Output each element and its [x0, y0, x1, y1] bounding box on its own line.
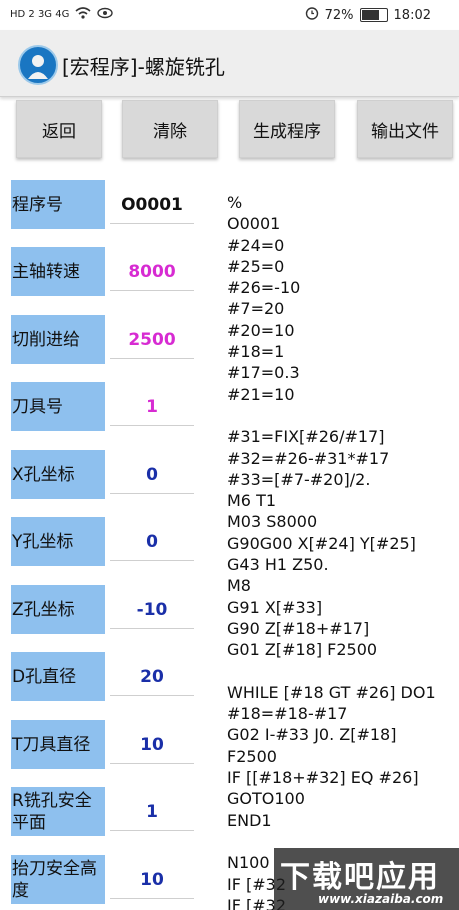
watermark: 下载吧应用 www.xiazaiba.com: [274, 848, 459, 910]
eye-icon: [97, 7, 114, 22]
param-value-cutting-feed[interactable]: 2500: [110, 322, 194, 359]
status-right: 72% 18:02: [305, 6, 431, 24]
param-value-program-number[interactable]: O0001: [110, 187, 194, 224]
watermark-main-text: 下载吧应用: [280, 860, 440, 895]
clock-time: 18:02: [393, 7, 431, 23]
param-label-cutting-feed: 切削进给: [11, 315, 105, 364]
page-title: [宏程序]-螺旋铣孔: [62, 55, 225, 79]
battery-level-fill: [361, 10, 379, 20]
param-value-retract-safe-height[interactable]: 10: [110, 862, 194, 899]
app-logo-icon: [18, 45, 58, 85]
export-file-button[interactable]: 输出文件: [357, 100, 453, 158]
signal-text: HD 2 3G 4G: [10, 9, 70, 20]
param-label-tool-number: 刀具号: [11, 382, 105, 431]
param-value-z-hole-coord[interactable]: -10: [110, 592, 194, 629]
wifi-icon: [75, 7, 91, 22]
param-label-tool-diameter: T刀具直径: [11, 720, 105, 769]
param-label-spindle-speed: 主轴转速: [11, 247, 105, 296]
battery-icon: [359, 8, 388, 22]
watermark-url-text: www.xiazaiba.com: [318, 892, 444, 906]
param-value-y-hole-coord[interactable]: 0: [110, 524, 194, 561]
app-bar: [宏程序]-螺旋铣孔: [0, 30, 459, 97]
param-label-retract-safe-height: 抬刀安全高度: [11, 855, 105, 904]
clear-button[interactable]: 清除: [122, 100, 218, 158]
network-indicators: HD 2 3G 4G: [10, 7, 114, 22]
param-value-x-hole-coord[interactable]: 0: [110, 457, 194, 494]
param-label-y-hole-coord: Y孔坐标: [11, 517, 105, 566]
generate-program-button[interactable]: 生成程序: [239, 100, 335, 158]
param-value-milling-safe-plane[interactable]: 1: [110, 794, 194, 831]
alarm-icon: [305, 6, 319, 24]
battery-percent: 72%: [324, 7, 354, 23]
param-label-hole-diameter: D孔直径: [11, 652, 105, 701]
param-label-program-number: 程序号: [11, 180, 105, 229]
param-value-tool-number[interactable]: 1: [110, 389, 194, 426]
param-label-milling-safe-plane: R铣孔安全平面: [11, 787, 105, 836]
param-value-hole-diameter[interactable]: 20: [110, 659, 194, 696]
back-button[interactable]: 返回: [16, 100, 102, 158]
status-bar: HD 2 3G 4G 72% 18:02: [0, 0, 459, 30]
param-value-spindle-speed[interactable]: 8000: [110, 254, 194, 291]
param-value-tool-diameter[interactable]: 10: [110, 727, 194, 764]
generated-program-text[interactable]: % O0001 #24=0 #25=0 #26=-10 #7=20 #20=10…: [227, 192, 459, 910]
param-label-x-hole-coord: X孔坐标: [11, 450, 105, 499]
param-label-z-hole-coord: Z孔坐标: [11, 585, 105, 634]
